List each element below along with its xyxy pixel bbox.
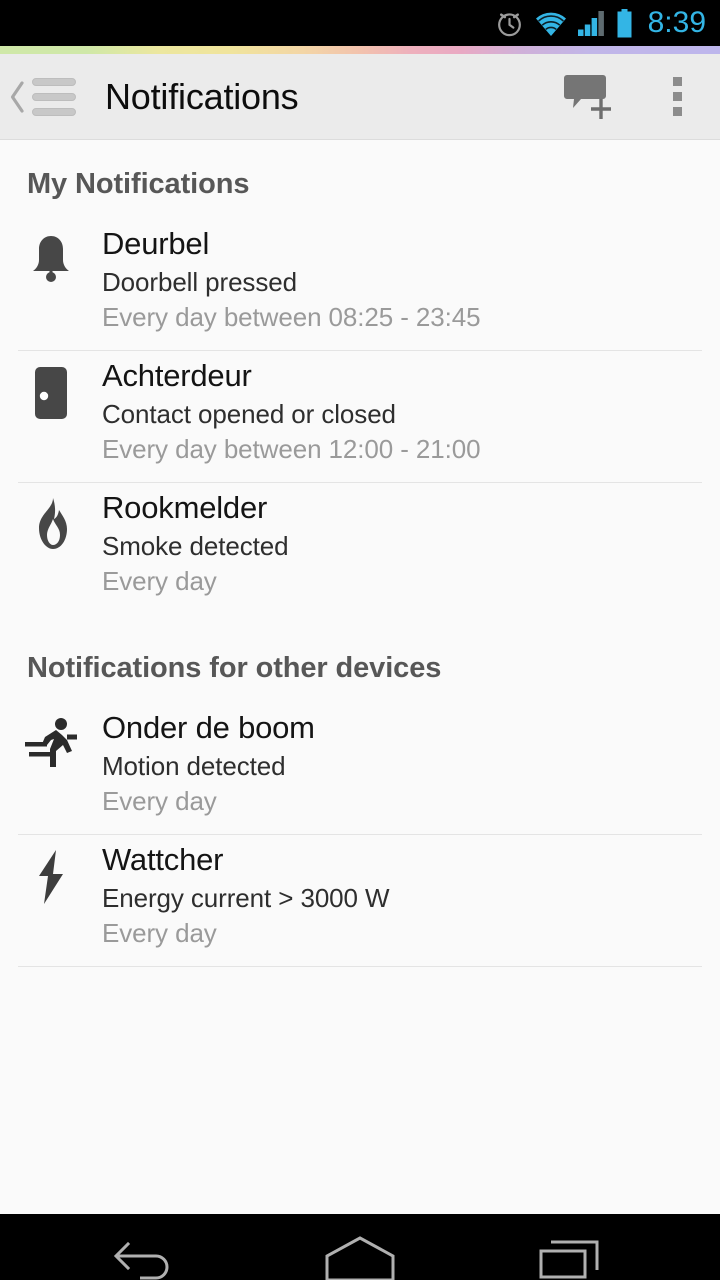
wifi-icon: [534, 10, 568, 37]
navigation-drawer-button[interactable]: [0, 54, 78, 139]
list-item[interactable]: Achterdeur Contact opened or closed Ever…: [0, 351, 720, 482]
list-item-schedule: Every day: [102, 918, 217, 949]
page-title: Notifications: [105, 75, 299, 117]
list-item-icon: [0, 357, 102, 421]
running-person-icon: [25, 718, 77, 768]
battery-icon: [616, 8, 633, 38]
back-chevron-icon: [10, 80, 24, 113]
phone-screen: 8:39 Notifications My Notifications Deur…: [0, 0, 720, 1280]
back-arrow-icon: [113, 1241, 169, 1280]
flame-icon: [39, 498, 67, 550]
recent-apps-icon: [539, 1240, 599, 1279]
hamburger-menu-icon: [30, 77, 78, 116]
list-item-title: Rookmelder: [102, 490, 268, 526]
list-item-title: Deurbel: [102, 226, 210, 261]
bell-icon: [33, 236, 69, 282]
list-item-schedule: Every day: [102, 566, 217, 597]
door-icon: [35, 367, 67, 420]
list-item-icon: [0, 709, 102, 769]
add-notification-button[interactable]: [548, 54, 634, 140]
list-item-body: Deurbel Doorbell pressed Every day betwe…: [102, 225, 720, 336]
list-item-subtitle: Doorbell pressed: [102, 266, 297, 297]
notifications-list[interactable]: My Notifications Deurbel Doorbell presse…: [0, 140, 720, 1214]
section-header-other-devices: Notifications for other devices: [27, 652, 442, 685]
system-navigation-bar: [0, 1214, 720, 1280]
home-icon: [325, 1236, 395, 1280]
status-bar-clock: 8:39: [647, 6, 706, 39]
status-bar-icons: 8:39: [494, 8, 706, 39]
list-item[interactable]: Deurbel Doorbell pressed Every day betwe…: [0, 219, 720, 350]
lightning-bolt-icon: [39, 850, 63, 905]
list-item-subtitle: Smoke detected: [102, 530, 289, 561]
list-item-title: Wattcher: [102, 842, 224, 878]
list-item[interactable]: Rookmelder Smoke detected Every day: [0, 483, 720, 614]
back-nav-button[interactable]: [72, 1214, 222, 1280]
action-bar: Notifications: [0, 54, 720, 140]
alarm-clock-icon: [494, 8, 525, 39]
list-item-schedule: Every day between 08:25 - 23:45: [102, 302, 481, 333]
list-divider: [18, 966, 702, 968]
list-item-body: Rookmelder Smoke detected Every day: [102, 489, 720, 600]
list-item-body: Wattcher Energy current > 3000 W Every d…: [102, 841, 720, 952]
list-item-schedule: Every day between 12:00 - 21:00: [102, 434, 481, 465]
list-item-icon: [0, 489, 102, 551]
list-item-subtitle: Energy current > 3000 W: [102, 882, 390, 913]
list-item-subtitle: Contact opened or closed: [102, 398, 396, 429]
home-nav-button[interactable]: [285, 1214, 435, 1280]
add-notification-icon: [564, 74, 611, 119]
list-item-title: Onder de boom: [102, 710, 315, 746]
section-header-my-notifications: My Notifications: [27, 168, 250, 200]
overflow-menu-icon: [649, 77, 705, 116]
list-item-icon: [0, 225, 102, 283]
list-item-subtitle: Motion detected: [102, 750, 286, 781]
status-bar: 8:39: [0, 0, 720, 46]
list-item[interactable]: Onder de boom Motion detected Every day: [0, 703, 720, 834]
cellular-signal-icon: [577, 10, 607, 37]
list-item-title: Achterdeur: [102, 358, 252, 394]
action-bar-actions: [548, 54, 720, 139]
list-item[interactable]: Wattcher Energy current > 3000 W Every d…: [0, 835, 720, 966]
list-item-body: Achterdeur Contact opened or closed Ever…: [102, 357, 720, 468]
list-item-schedule: Every day: [102, 786, 217, 817]
overflow-menu-button[interactable]: [634, 54, 720, 140]
recents-nav-button[interactable]: [498, 1214, 648, 1280]
list-item-icon: [0, 841, 102, 905]
list-item-body: Onder de boom Motion detected Every day: [102, 709, 720, 820]
